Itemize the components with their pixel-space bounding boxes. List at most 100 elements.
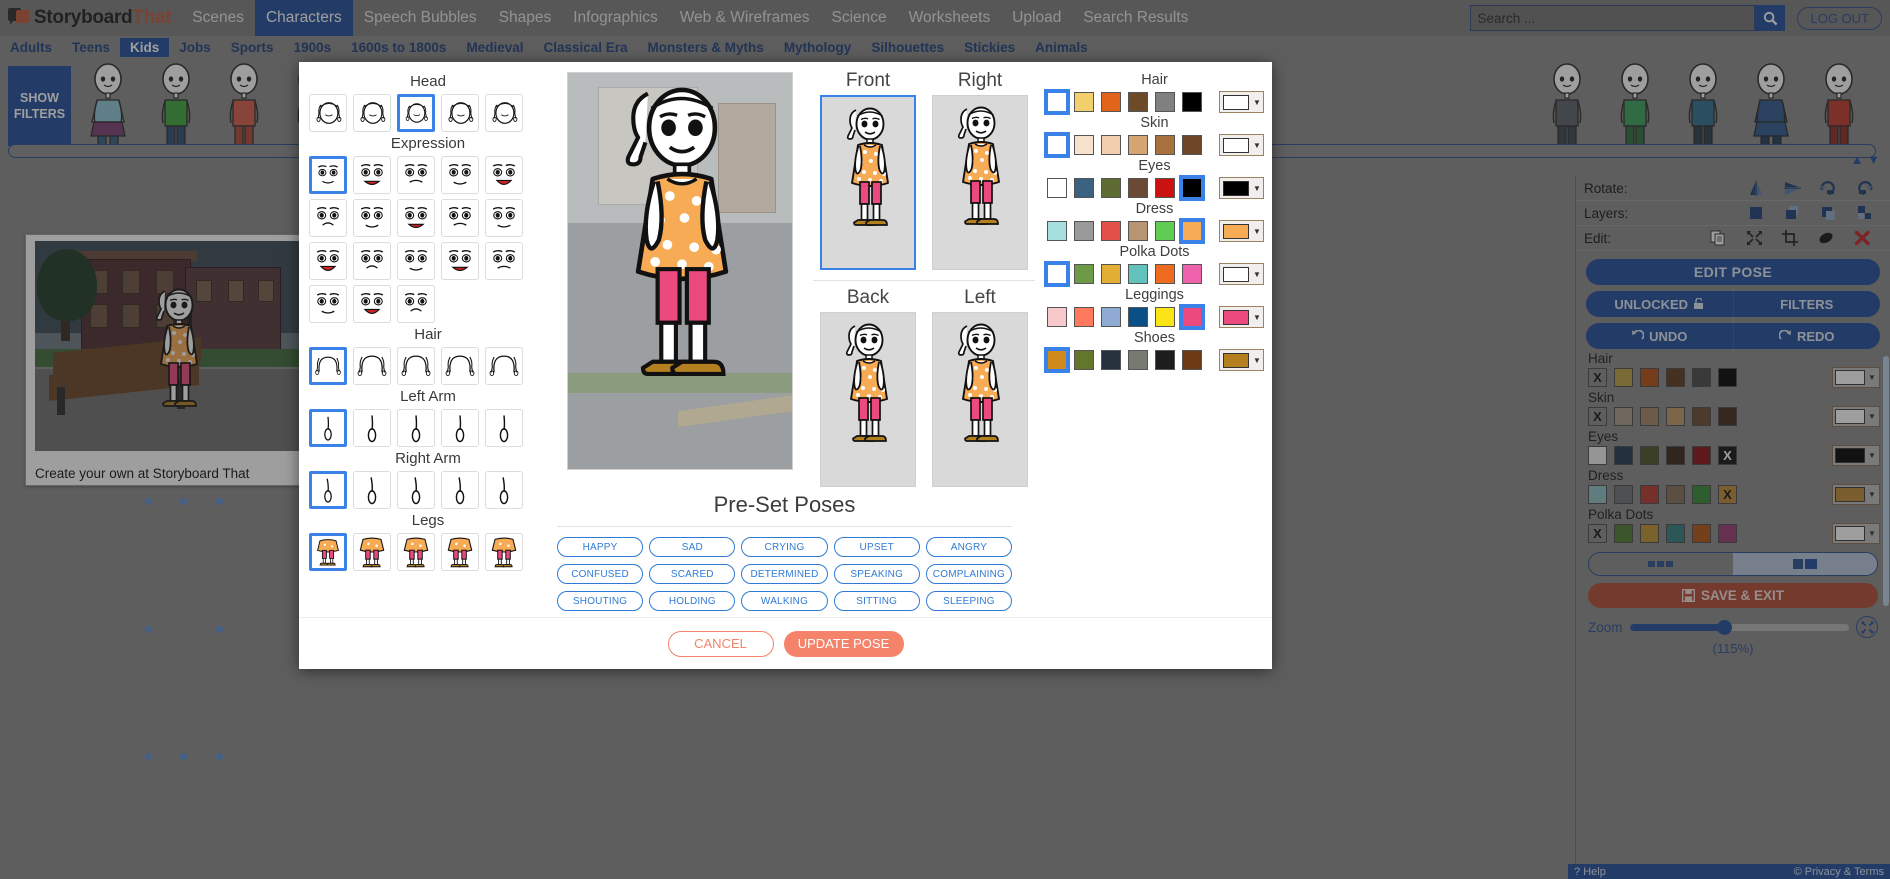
pose-view-back-thumb[interactable] — [820, 312, 916, 487]
part-option-head-0[interactable] — [309, 94, 347, 132]
color-swatch[interactable] — [1179, 304, 1205, 330]
color-swatch[interactable] — [1074, 350, 1094, 370]
color-swatch[interactable] — [1044, 347, 1070, 373]
color-swatch[interactable] — [1044, 132, 1070, 158]
part-option-right-arm-4[interactable] — [485, 471, 523, 509]
preset-pose-sitting[interactable]: SITTING — [833, 591, 920, 611]
part-option-expression-16[interactable] — [353, 285, 391, 323]
part-option-hair-1[interactable] — [353, 347, 391, 385]
part-option-expression-1[interactable] — [353, 156, 391, 194]
color-swatch[interactable] — [1101, 135, 1121, 155]
part-option-left-arm-0[interactable] — [309, 409, 347, 447]
color-swatch[interactable] — [1155, 307, 1175, 327]
part-option-head-1[interactable] — [353, 94, 391, 132]
preset-pose-scared[interactable]: SCARED — [649, 564, 736, 584]
part-option-hair-3[interactable] — [441, 347, 479, 385]
part-option-expression-7[interactable] — [397, 199, 435, 237]
part-option-legs-3[interactable] — [441, 533, 479, 571]
color-swatch[interactable] — [1128, 307, 1148, 327]
part-option-legs-2[interactable] — [397, 533, 435, 571]
color-swatch[interactable] — [1155, 350, 1175, 370]
part-option-right-arm-2[interactable] — [397, 471, 435, 509]
part-option-expression-12[interactable] — [397, 242, 435, 280]
part-option-head-4[interactable] — [485, 94, 523, 132]
part-option-head-2[interactable] — [397, 94, 435, 132]
part-option-expression-5[interactable] — [309, 199, 347, 237]
preset-pose-determined[interactable]: DETERMINED — [741, 564, 828, 584]
preset-pose-shouting[interactable]: SHOUTING — [557, 591, 644, 611]
color-swatch[interactable] — [1182, 92, 1202, 112]
preset-pose-speaking[interactable]: SPEAKING — [833, 564, 920, 584]
color-swatch[interactable] — [1128, 221, 1148, 241]
color-swatch[interactable] — [1074, 92, 1094, 112]
color-swatch[interactable] — [1155, 264, 1175, 284]
part-option-right-arm-3[interactable] — [441, 471, 479, 509]
current-color-dropdown[interactable]: ▼ — [1219, 349, 1264, 371]
color-swatch[interactable] — [1101, 264, 1121, 284]
part-option-expression-13[interactable] — [441, 242, 479, 280]
color-swatch[interactable] — [1128, 135, 1148, 155]
update-pose-button[interactable]: UPDATE POSE — [783, 630, 904, 657]
color-swatch[interactable] — [1155, 135, 1175, 155]
part-option-legs-0[interactable] — [309, 533, 347, 571]
color-swatch[interactable] — [1044, 89, 1070, 115]
part-option-expression-6[interactable] — [353, 199, 391, 237]
color-swatch[interactable] — [1182, 135, 1202, 155]
part-option-expression-9[interactable] — [485, 199, 523, 237]
current-color-dropdown[interactable]: ▼ — [1219, 91, 1264, 113]
color-swatch[interactable] — [1128, 350, 1148, 370]
part-option-hair-0[interactable] — [309, 347, 347, 385]
color-swatch[interactable] — [1074, 264, 1094, 284]
color-swatch[interactable] — [1047, 307, 1067, 327]
preset-pose-complaining[interactable]: COMPLAINING — [925, 564, 1013, 584]
color-swatch[interactable] — [1101, 307, 1121, 327]
part-option-expression-14[interactable] — [485, 242, 523, 280]
cancel-button[interactable]: CANCEL — [667, 630, 774, 657]
preset-pose-crying[interactable]: CRYING — [741, 537, 828, 557]
current-color-dropdown[interactable]: ▼ — [1219, 177, 1264, 199]
color-swatch[interactable] — [1179, 175, 1205, 201]
color-swatch[interactable] — [1047, 221, 1067, 241]
color-swatch[interactable] — [1074, 178, 1094, 198]
part-option-expression-0[interactable] — [309, 156, 347, 194]
color-swatch[interactable] — [1128, 92, 1148, 112]
preset-pose-upset[interactable]: UPSET — [833, 537, 920, 557]
color-swatch[interactable] — [1101, 92, 1121, 112]
preset-pose-happy[interactable]: HAPPY — [557, 537, 644, 557]
preset-pose-walking[interactable]: WALKING — [741, 591, 828, 611]
part-option-hair-4[interactable] — [485, 347, 523, 385]
color-swatch[interactable] — [1155, 178, 1175, 198]
part-option-expression-10[interactable] — [309, 242, 347, 280]
color-swatch[interactable] — [1179, 218, 1205, 244]
preset-pose-confused[interactable]: CONFUSED — [557, 564, 644, 584]
color-swatch[interactable] — [1101, 350, 1121, 370]
color-swatch[interactable] — [1182, 264, 1202, 284]
color-swatch[interactable] — [1074, 135, 1094, 155]
color-swatch[interactable] — [1128, 178, 1148, 198]
part-option-expression-15[interactable] — [309, 285, 347, 323]
color-swatch[interactable] — [1155, 92, 1175, 112]
part-option-expression-17[interactable] — [397, 285, 435, 323]
color-swatch[interactable] — [1101, 178, 1121, 198]
part-option-legs-1[interactable] — [353, 533, 391, 571]
color-swatch[interactable] — [1047, 178, 1067, 198]
pose-view-right-thumb[interactable] — [932, 95, 1028, 270]
part-option-right-arm-1[interactable] — [353, 471, 391, 509]
current-color-dropdown[interactable]: ▼ — [1219, 220, 1264, 242]
color-swatch[interactable] — [1074, 307, 1094, 327]
preset-pose-sad[interactable]: SAD — [649, 537, 736, 557]
color-swatch[interactable] — [1128, 264, 1148, 284]
part-option-left-arm-1[interactable] — [353, 409, 391, 447]
preset-pose-sleeping[interactable]: SLEEPING — [925, 591, 1013, 611]
color-swatch[interactable] — [1101, 221, 1121, 241]
preset-pose-angry[interactable]: ANGRY — [925, 537, 1013, 557]
part-option-right-arm-0[interactable] — [309, 471, 347, 509]
part-option-left-arm-4[interactable] — [485, 409, 523, 447]
part-option-expression-2[interactable] — [397, 156, 435, 194]
part-option-legs-4[interactable] — [485, 533, 523, 571]
pose-view-front-thumb[interactable] — [820, 95, 916, 270]
part-option-left-arm-2[interactable] — [397, 409, 435, 447]
part-option-expression-11[interactable] — [353, 242, 391, 280]
color-swatch[interactable] — [1155, 221, 1175, 241]
part-option-expression-4[interactable] — [485, 156, 523, 194]
